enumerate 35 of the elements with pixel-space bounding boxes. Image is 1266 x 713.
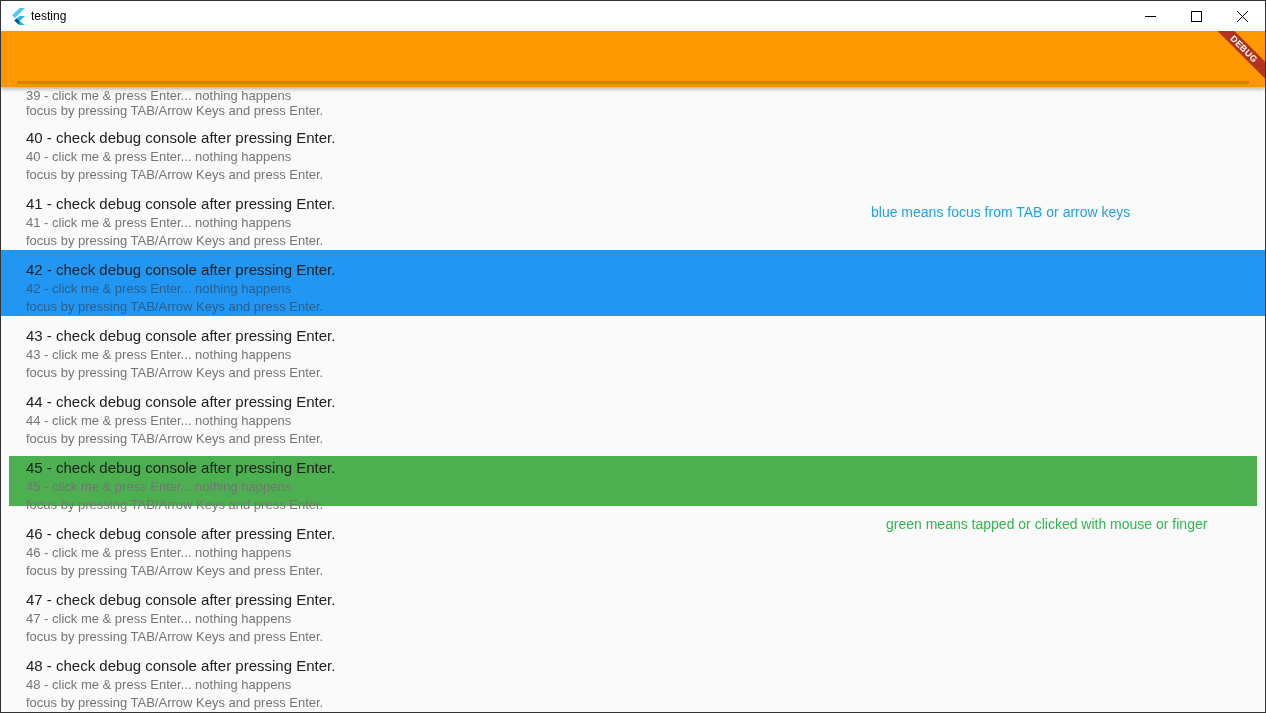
item-title: 42 - check debug console after pressing Enter. [26,260,336,280]
item-title: 48 - check debug console after pressing Enter. [26,656,336,676]
item-hint: focus by pressing TAB/Arrow Keys and press Enter. [26,298,324,316]
item-subtitle: 41 - click me & press Enter... nothing happens [26,214,292,232]
window-title: testing [31,9,67,23]
maximize-icon [1190,10,1202,22]
item-subtitle: 40 - click me & press Enter... nothing happens [26,148,292,166]
legend-note: blue means focus from TAB or arrow keys [871,204,1131,220]
item-subtitle: 44 - click me & press Enter... nothing happens [26,412,292,430]
app-logo-icon [11,7,25,25]
item-subtitle: 48 - click me & press Enter... nothing happens [26,676,292,694]
item-subtitle: 39 - click me & press Enter... nothing happens [26,88,292,103]
close-icon [1236,10,1248,22]
item-subtitle: 42 - click me & press Enter... nothing happens [26,280,292,298]
item-hint: focus by pressing TAB/Arrow Keys and press Enter. [26,628,324,646]
item-subtitle: 43 - click me & press Enter... nothing happens [26,346,292,364]
item-hint: focus by pressing TAB/Arrow Keys and press Enter. [26,232,324,250]
item-hint: focus by pressing TAB/Arrow Keys and press Enter. [26,430,324,448]
item-title: 46 - check debug console after pressing Enter. [26,524,336,544]
item-subtitle: 46 - click me & press Enter... nothing happens [26,544,292,562]
item-hint: focus by pressing TAB/Arrow Keys and press Enter. [26,694,324,712]
item-title: 44 - check debug console after pressing Enter. [26,392,336,412]
item-hint: focus by pressing TAB/Arrow Keys and press Enter. [26,364,324,382]
item-hint: focus by pressing TAB/Arrow Keys and press Enter. [26,103,324,118]
focused-list-item[interactable]: 42 - check debug console after pressing Enter. 42 - click me & press Enter... nothing happens focus by pressing TAB/Arrow Keys and press Enter. [1,250,1265,316]
item-title: 45 - check debug console after pressing Enter. [26,458,336,478]
item-subtitle: 47 - click me & press Enter... nothing happens [26,610,292,628]
item-subtitle: 45 - click me & press Enter... nothing happens [26,478,292,496]
item-hint: focus by pressing TAB/Arrow Keys and press Enter. [26,166,324,184]
item-title: 47 - check debug console after pressing Enter. [26,590,336,610]
legend-note: green means tapped or clicked with mouse or finger [886,516,1208,532]
item-title: 40 - check debug console after pressing Enter. [26,128,336,148]
item-title: 41 - check debug console after pressing Enter. [26,194,336,214]
item-hint: focus by pressing TAB/Arrow Keys and press Enter. [26,562,324,580]
item-title: 43 - check debug console after pressing Enter. [26,326,336,346]
